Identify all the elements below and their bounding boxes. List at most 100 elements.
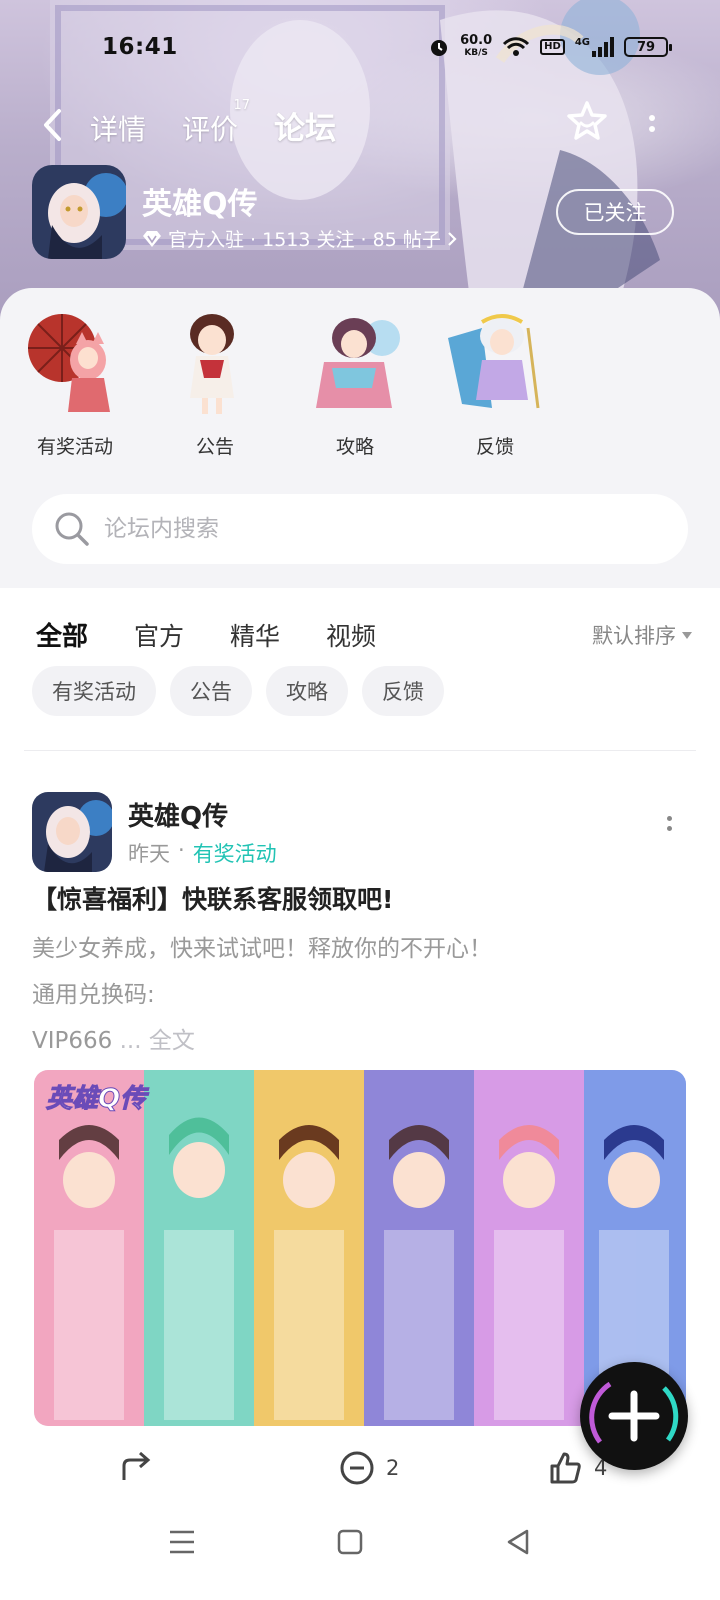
game-avatar-art [32, 165, 126, 259]
tab-reviews[interactable]: 评价 17 [182, 98, 250, 148]
search-icon [55, 512, 89, 546]
comment-button[interactable]: 2 [338, 1450, 399, 1486]
post-author-name[interactable]: 英雄Q传 [128, 796, 228, 833]
category-feedback[interactable]: 反馈 [442, 308, 548, 459]
tab-forum[interactable]: 论坛 [274, 103, 337, 148]
post-code: VIP666 [32, 1028, 113, 1054]
tab-reviews-label: 评价 [182, 113, 239, 146]
post-filters: 全部 官方 精华 视频 默认排序 有奖活动 公告 攻略 反馈 [0, 588, 720, 758]
cell-signal: 4G [575, 37, 614, 57]
wifi-icon [503, 37, 530, 56]
post-author-avatar[interactable] [32, 792, 112, 872]
square-home-icon [337, 1529, 363, 1555]
system-home-button[interactable] [330, 1522, 370, 1562]
reviews-count-badge: 17 [233, 98, 251, 113]
game-name: 英雄Q传 [142, 187, 258, 222]
category-feedback-label: 反馈 [475, 436, 514, 458]
tab-details[interactable]: 详情 [90, 108, 146, 148]
guides-character-icon [316, 318, 400, 408]
chip-rewards[interactable]: 有奖活动 [32, 666, 156, 716]
forum-header: 16:41 60.0 KB/S HD 4G 79 详情 评价 17 论坛 英雄Q… [0, 0, 720, 330]
sort-label: 默认排序 [592, 624, 676, 648]
filter-tab-official[interactable]: 官方 [134, 617, 184, 653]
comment-count: 2 [386, 1456, 400, 1480]
caret-down-icon [682, 631, 692, 639]
forum-search-bar[interactable] [32, 494, 688, 564]
post-title[interactable]: 【惊喜福利】快联系客服领取吧! [32, 880, 393, 916]
comment-icon [340, 1451, 374, 1485]
filter-tab-video[interactable]: 视频 [326, 617, 376, 653]
filter-tab-all[interactable]: 全部 [36, 616, 89, 653]
post-tag[interactable]: 有奖活动 [193, 838, 277, 868]
thumbs-up-icon [550, 1452, 581, 1484]
post-more-button[interactable] [662, 816, 676, 846]
network-type: 4G [574, 37, 590, 48]
alarm-icon [431, 40, 448, 56]
top-nav: 详情 评价 17 论坛 [0, 95, 720, 155]
author-avatar-art [32, 792, 112, 872]
category-announcements-label: 公告 [195, 436, 234, 458]
sort-dropdown[interactable]: 默认排序 [592, 620, 692, 650]
share-button[interactable] [118, 1450, 156, 1486]
category-rewards-label: 有奖活动 [36, 436, 113, 458]
triangle-back-icon [507, 1529, 529, 1555]
full-text-link[interactable]: 全文 [149, 1028, 195, 1054]
system-navigation-bar [0, 1492, 720, 1600]
net-speed-unit: KB/S [464, 48, 488, 58]
net-speed: 60.0 KB/S [460, 34, 492, 60]
category-list: 有奖活动 公告 攻略 反馈 [22, 308, 548, 459]
status-time: 16:41 [102, 34, 178, 60]
category-panel: 有奖活动 公告 攻略 反馈 论坛内搜索 [0, 288, 720, 588]
chevron-right-icon [448, 231, 457, 246]
follow-button[interactable]: 已关注 [556, 189, 674, 235]
chip-guides[interactable]: 攻略 [266, 666, 348, 716]
post-body-line: 通用兑换码: [32, 982, 155, 1008]
filter-chips: 有奖活动 公告 攻略 反馈 [32, 666, 444, 716]
category-rewards[interactable]: 有奖活动 [22, 308, 128, 459]
system-back-button[interactable] [498, 1522, 538, 1562]
post-body-line: VIP666 ... 全文 [32, 1018, 688, 1064]
post-subline: 昨天 · 有奖活动 [128, 838, 277, 868]
category-guides[interactable]: 攻略 [302, 308, 408, 459]
category-guides-label: 攻略 [335, 436, 374, 458]
post-time: 昨天 [128, 842, 170, 866]
nav-tabs: 详情 评价 17 论坛 [90, 98, 337, 148]
signal-icon [592, 37, 614, 57]
menu-icon [170, 1530, 194, 1554]
star-icon [567, 101, 607, 140]
game-info: 英雄Q传 官方入驻 · 1513 关注 · 85 帖子 已关注 [32, 165, 688, 265]
category-announcements[interactable]: 公告 [162, 308, 268, 459]
back-button[interactable] [34, 103, 70, 147]
battery-icon: 79 [624, 37, 672, 57]
status-bar: 16:41 60.0 KB/S HD 4G 79 [0, 28, 720, 68]
tab-forum-label: 论坛 [274, 111, 337, 147]
chevron-left-icon [44, 109, 61, 141]
search-input[interactable] [104, 516, 624, 542]
banner-logo-text: 英雄Q传 [45, 1084, 147, 1115]
rewards-character-icon [28, 314, 110, 412]
favorite-button[interactable] [565, 99, 609, 143]
post-ellipsis: ... [119, 1028, 142, 1054]
more-options-button[interactable] [640, 103, 664, 143]
game-icon[interactable] [32, 165, 126, 259]
tab-details-label: 详情 [90, 113, 147, 146]
status-icons: 60.0 KB/S HD 4G 79 [428, 34, 672, 60]
share-icon [122, 1451, 151, 1480]
verified-diamond-icon [143, 230, 161, 247]
announcements-character-icon [190, 314, 234, 414]
filter-tabs: 全部 官方 精华 视频 [36, 616, 376, 653]
chip-feedback[interactable]: 反馈 [362, 666, 444, 716]
post-body[interactable]: 美少女养成，快来试试吧！释放你的不开心！ 通用兑换码: VIP666 ... 全… [32, 926, 688, 1064]
chip-announcements[interactable]: 公告 [170, 666, 252, 716]
post-body-line: 美少女养成，快来试试吧！释放你的不开心！ [32, 936, 492, 962]
divider [24, 750, 696, 751]
game-meta-text: 官方入驻 · 1513 关注 · 85 帖子 [168, 229, 441, 251]
net-speed-value: 60.0 [460, 33, 493, 48]
filter-tab-featured[interactable]: 精华 [230, 617, 280, 653]
game-meta[interactable]: 官方入驻 · 1513 关注 · 85 帖子 [142, 225, 457, 252]
dot-separator: · [178, 838, 185, 862]
system-menu-button[interactable] [162, 1522, 202, 1562]
battery-level: 79 [636, 39, 656, 55]
new-post-button[interactable] [580, 1362, 688, 1470]
feedback-character-icon [448, 314, 540, 409]
